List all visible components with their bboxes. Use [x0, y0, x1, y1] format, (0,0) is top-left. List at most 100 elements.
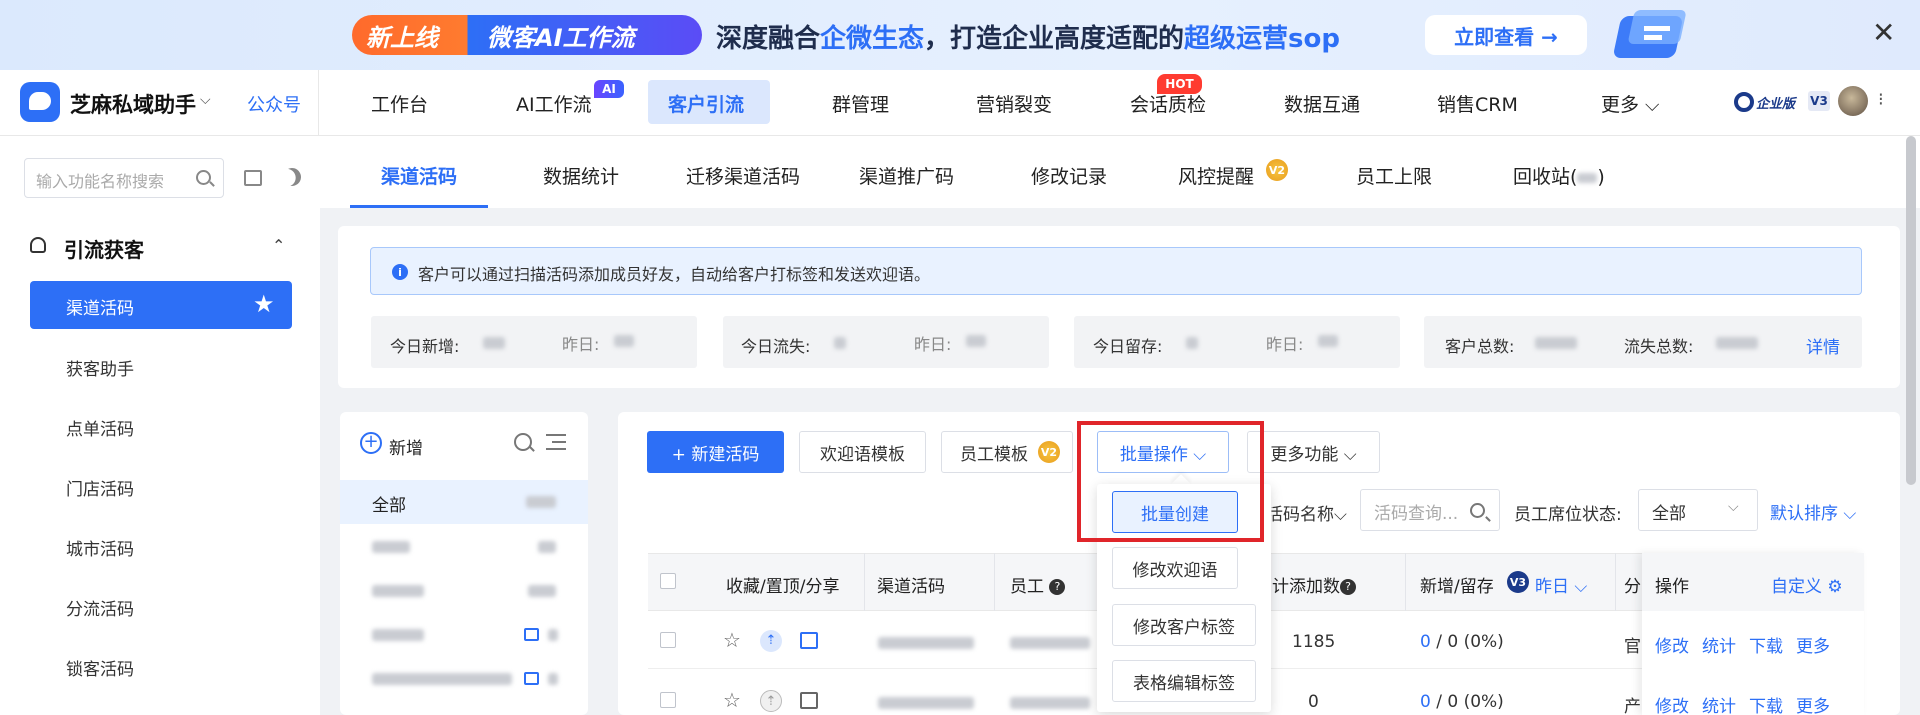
code-name-filter[interactable]: 活码名称⌵ [1266, 500, 1347, 525]
list-item-blurred[interactable] [372, 541, 410, 553]
page-scrollbar[interactable] [1906, 136, 1916, 485]
sidebar-group-title[interactable]: 引流获客 [64, 234, 144, 263]
download-link[interactable]: 下载 [1749, 632, 1783, 657]
v2-badge-icon: V2 [1266, 159, 1288, 181]
pin-top-icon[interactable]: ⇡ [760, 690, 782, 712]
sidebar-item-acquisition-assistant[interactable]: 获客助手 [66, 355, 134, 380]
code-name-blurred[interactable] [878, 697, 974, 709]
sidebar-item-label: 渠道活码 [66, 299, 134, 319]
new-keep-value: 0 / 0 (0%) [1420, 692, 1504, 712]
added-count: 1185 [1292, 632, 1336, 652]
stats-link[interactable]: 统计 [1702, 692, 1736, 715]
more-functions-dropdown[interactable]: 更多功能 ⌵ [1247, 431, 1380, 473]
column-divider [864, 553, 865, 611]
banner-view-now-button[interactable]: 立即查看 → [1425, 15, 1587, 55]
user-avatar[interactable] [1838, 86, 1868, 116]
favorite-star-icon[interactable]: ☆ [723, 688, 741, 712]
sidebar [0, 136, 320, 715]
help-icon[interactable]: ? [1049, 579, 1066, 595]
sidebar-item-split-code[interactable]: 分流活码 [66, 595, 134, 620]
help-icon[interactable]: ? [1340, 579, 1356, 595]
more-link[interactable]: 更多 [1796, 632, 1830, 657]
nav-group-management[interactable]: 群管理 [832, 90, 889, 117]
nav-workbench[interactable]: 工作台 [371, 90, 428, 117]
download-link[interactable]: 下载 [1749, 692, 1783, 715]
tab-staff-limit[interactable]: 员工上限 [1356, 162, 1432, 189]
nav-marketing-fission[interactable]: 营销裂变 [976, 90, 1052, 117]
add-circle-icon[interactable]: + [360, 432, 382, 454]
tab-recycle-bin[interactable]: 回收站() [1513, 162, 1605, 189]
share-icon[interactable] [524, 672, 539, 685]
chevron-up-icon[interactable]: ⌃ [272, 236, 285, 255]
v2-badge-icon: V2 [1038, 441, 1060, 463]
tab-migrate-code[interactable]: 迁移渠道活码 [686, 162, 800, 189]
list-item-blurred[interactable] [372, 629, 424, 641]
customize-columns-button[interactable]: 自定义 ⚙ [1771, 572, 1843, 597]
banner-pill-product: 微客AI工作流 [487, 23, 635, 52]
more-menu-icon[interactable]: ⁝ [1878, 89, 1884, 110]
nav-session-inspection[interactable]: 会话质检 [1130, 90, 1206, 117]
stat-label: 今日新增: [390, 337, 460, 356]
search-icon[interactable] [196, 170, 211, 185]
tab-change-log[interactable]: 修改记录 [1031, 162, 1107, 189]
edit-link[interactable]: 修改 [1655, 692, 1689, 715]
banner-pill: 新上线 微客AI工作流 [352, 15, 702, 55]
select-all-checkbox[interactable] [660, 573, 676, 589]
new-keep-value: 0 / 0 (0%) [1420, 632, 1504, 652]
tab-channel-code[interactable]: 渠道活码 [381, 162, 457, 189]
tab-data-statistics[interactable]: 数据统计 [543, 162, 619, 189]
stats-link[interactable]: 统计 [1702, 632, 1736, 657]
star-icon[interactable]: ★ [253, 290, 275, 318]
new-code-button[interactable]: + 新建活码 [647, 431, 784, 473]
edit-welcome-button[interactable]: 修改欢迎语 [1112, 547, 1238, 589]
banner-close-icon[interactable]: ✕ [1872, 16, 1895, 49]
official-account-link[interactable]: 公众号 [247, 91, 301, 117]
row-checkbox[interactable] [660, 692, 676, 708]
list-menu-icon[interactable] [546, 434, 566, 450]
banner-illustration [1614, 10, 1686, 58]
list-item-blurred[interactable] [372, 585, 424, 597]
nav-sales-crm[interactable]: 销售CRM [1437, 90, 1518, 117]
detail-link[interactable]: 详情 [1806, 333, 1840, 358]
yesterday-dropdown[interactable]: 昨日 ⌵ [1535, 572, 1587, 597]
list-count-blurred [548, 629, 558, 641]
share-icon[interactable] [800, 692, 818, 709]
active-tab-underline [350, 205, 488, 208]
app-switch-chevron-icon[interactable]: ⌵ [200, 92, 211, 108]
sort-dropdown[interactable]: 默认排序 ⌵ [1770, 499, 1856, 524]
favorite-star-icon[interactable]: ☆ [723, 628, 741, 652]
nav-data-sync[interactable]: 数据互通 [1284, 90, 1360, 117]
nav-customer-acquisition[interactable]: 客户引流 [668, 90, 744, 117]
share-icon[interactable] [524, 628, 539, 641]
sidebar-item-city-code[interactable]: 城市活码 [66, 535, 134, 560]
sidebar-item-store-code[interactable]: 门店活码 [66, 475, 134, 500]
search-icon[interactable] [514, 433, 532, 451]
col-new-keep: 新增/留存 [1420, 577, 1494, 597]
welcome-template-button[interactable]: 欢迎语模板 [799, 431, 926, 473]
pin-top-icon[interactable]: ⇡ [760, 630, 782, 652]
app-name[interactable]: 芝麻私域助手 [70, 89, 196, 119]
table-edit-tags-button[interactable]: 表格编辑标签 [1112, 660, 1256, 702]
list-item-blurred[interactable] [372, 673, 512, 685]
tab-promotion-code[interactable]: 渠道推广码 [859, 162, 954, 189]
sidebar-item-order-code[interactable]: 点单活码 [66, 415, 134, 440]
sidebar-item-lock-code[interactable]: 锁客活码 [66, 655, 134, 680]
nav-more[interactable]: 更多 ⌵ [1601, 90, 1659, 117]
banner-headline: 深度融合企微生态，打造企业高度适配的超级运营sop [716, 24, 1340, 54]
edit-link[interactable]: 修改 [1655, 632, 1689, 657]
nav-ai-workflow[interactable]: AI工作流 [516, 90, 592, 117]
search-icon[interactable] [1470, 503, 1485, 518]
code-name-blurred[interactable] [878, 637, 974, 649]
tab-risk-alert[interactable]: 风控提醒 [1178, 162, 1254, 189]
calendar-icon[interactable] [244, 170, 262, 186]
row-checkbox[interactable] [660, 632, 676, 648]
add-group-button[interactable]: 新增 [389, 434, 423, 459]
stat-label: 今日流失: [741, 337, 811, 356]
column-divider [994, 553, 995, 611]
more-link[interactable]: 更多 [1796, 692, 1830, 715]
edit-customer-tags-button[interactable]: 修改客户标签 [1112, 604, 1256, 646]
stat-value-blurred [834, 337, 846, 349]
code-query-placeholder: 活码查询... [1374, 504, 1459, 524]
share-icon[interactable] [800, 632, 818, 649]
col-split: 分 [1624, 577, 1641, 597]
